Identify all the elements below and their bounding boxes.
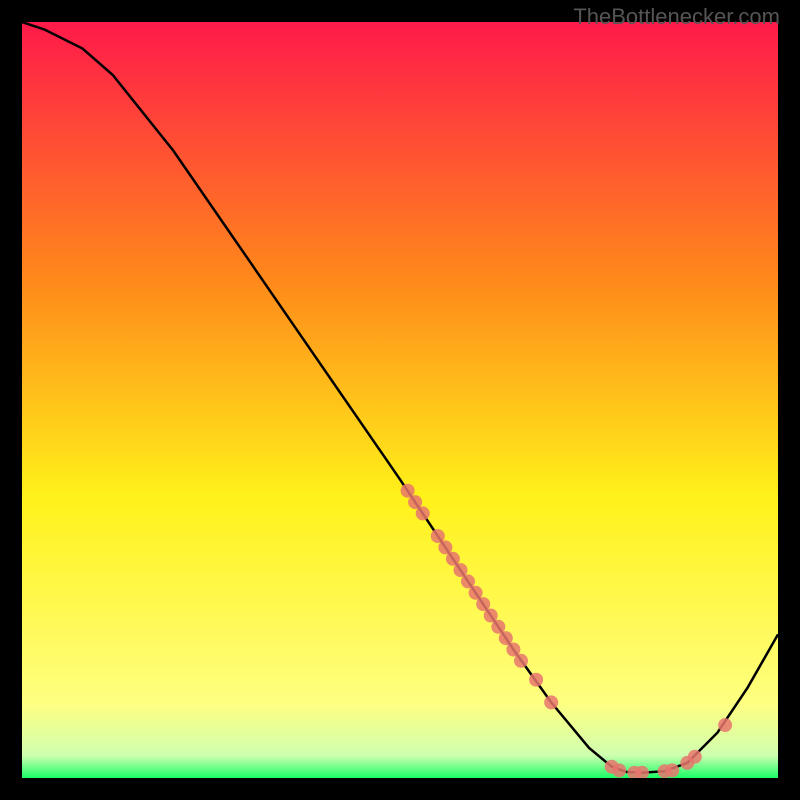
data-point xyxy=(514,654,528,668)
data-point xyxy=(476,597,490,611)
data-point xyxy=(718,718,732,732)
data-point xyxy=(612,763,626,777)
data-point xyxy=(544,695,558,709)
data-point xyxy=(499,631,513,645)
chart-plot-area xyxy=(22,22,778,778)
data-point xyxy=(416,506,430,520)
data-point xyxy=(438,540,452,554)
data-point xyxy=(665,763,679,777)
gradient-background xyxy=(22,22,778,778)
data-point xyxy=(461,574,475,588)
data-point xyxy=(688,750,702,764)
data-point xyxy=(401,484,415,498)
data-point xyxy=(529,673,543,687)
watermark-text: TheBottlenecker.com xyxy=(573,4,780,30)
chart-svg xyxy=(22,22,778,778)
